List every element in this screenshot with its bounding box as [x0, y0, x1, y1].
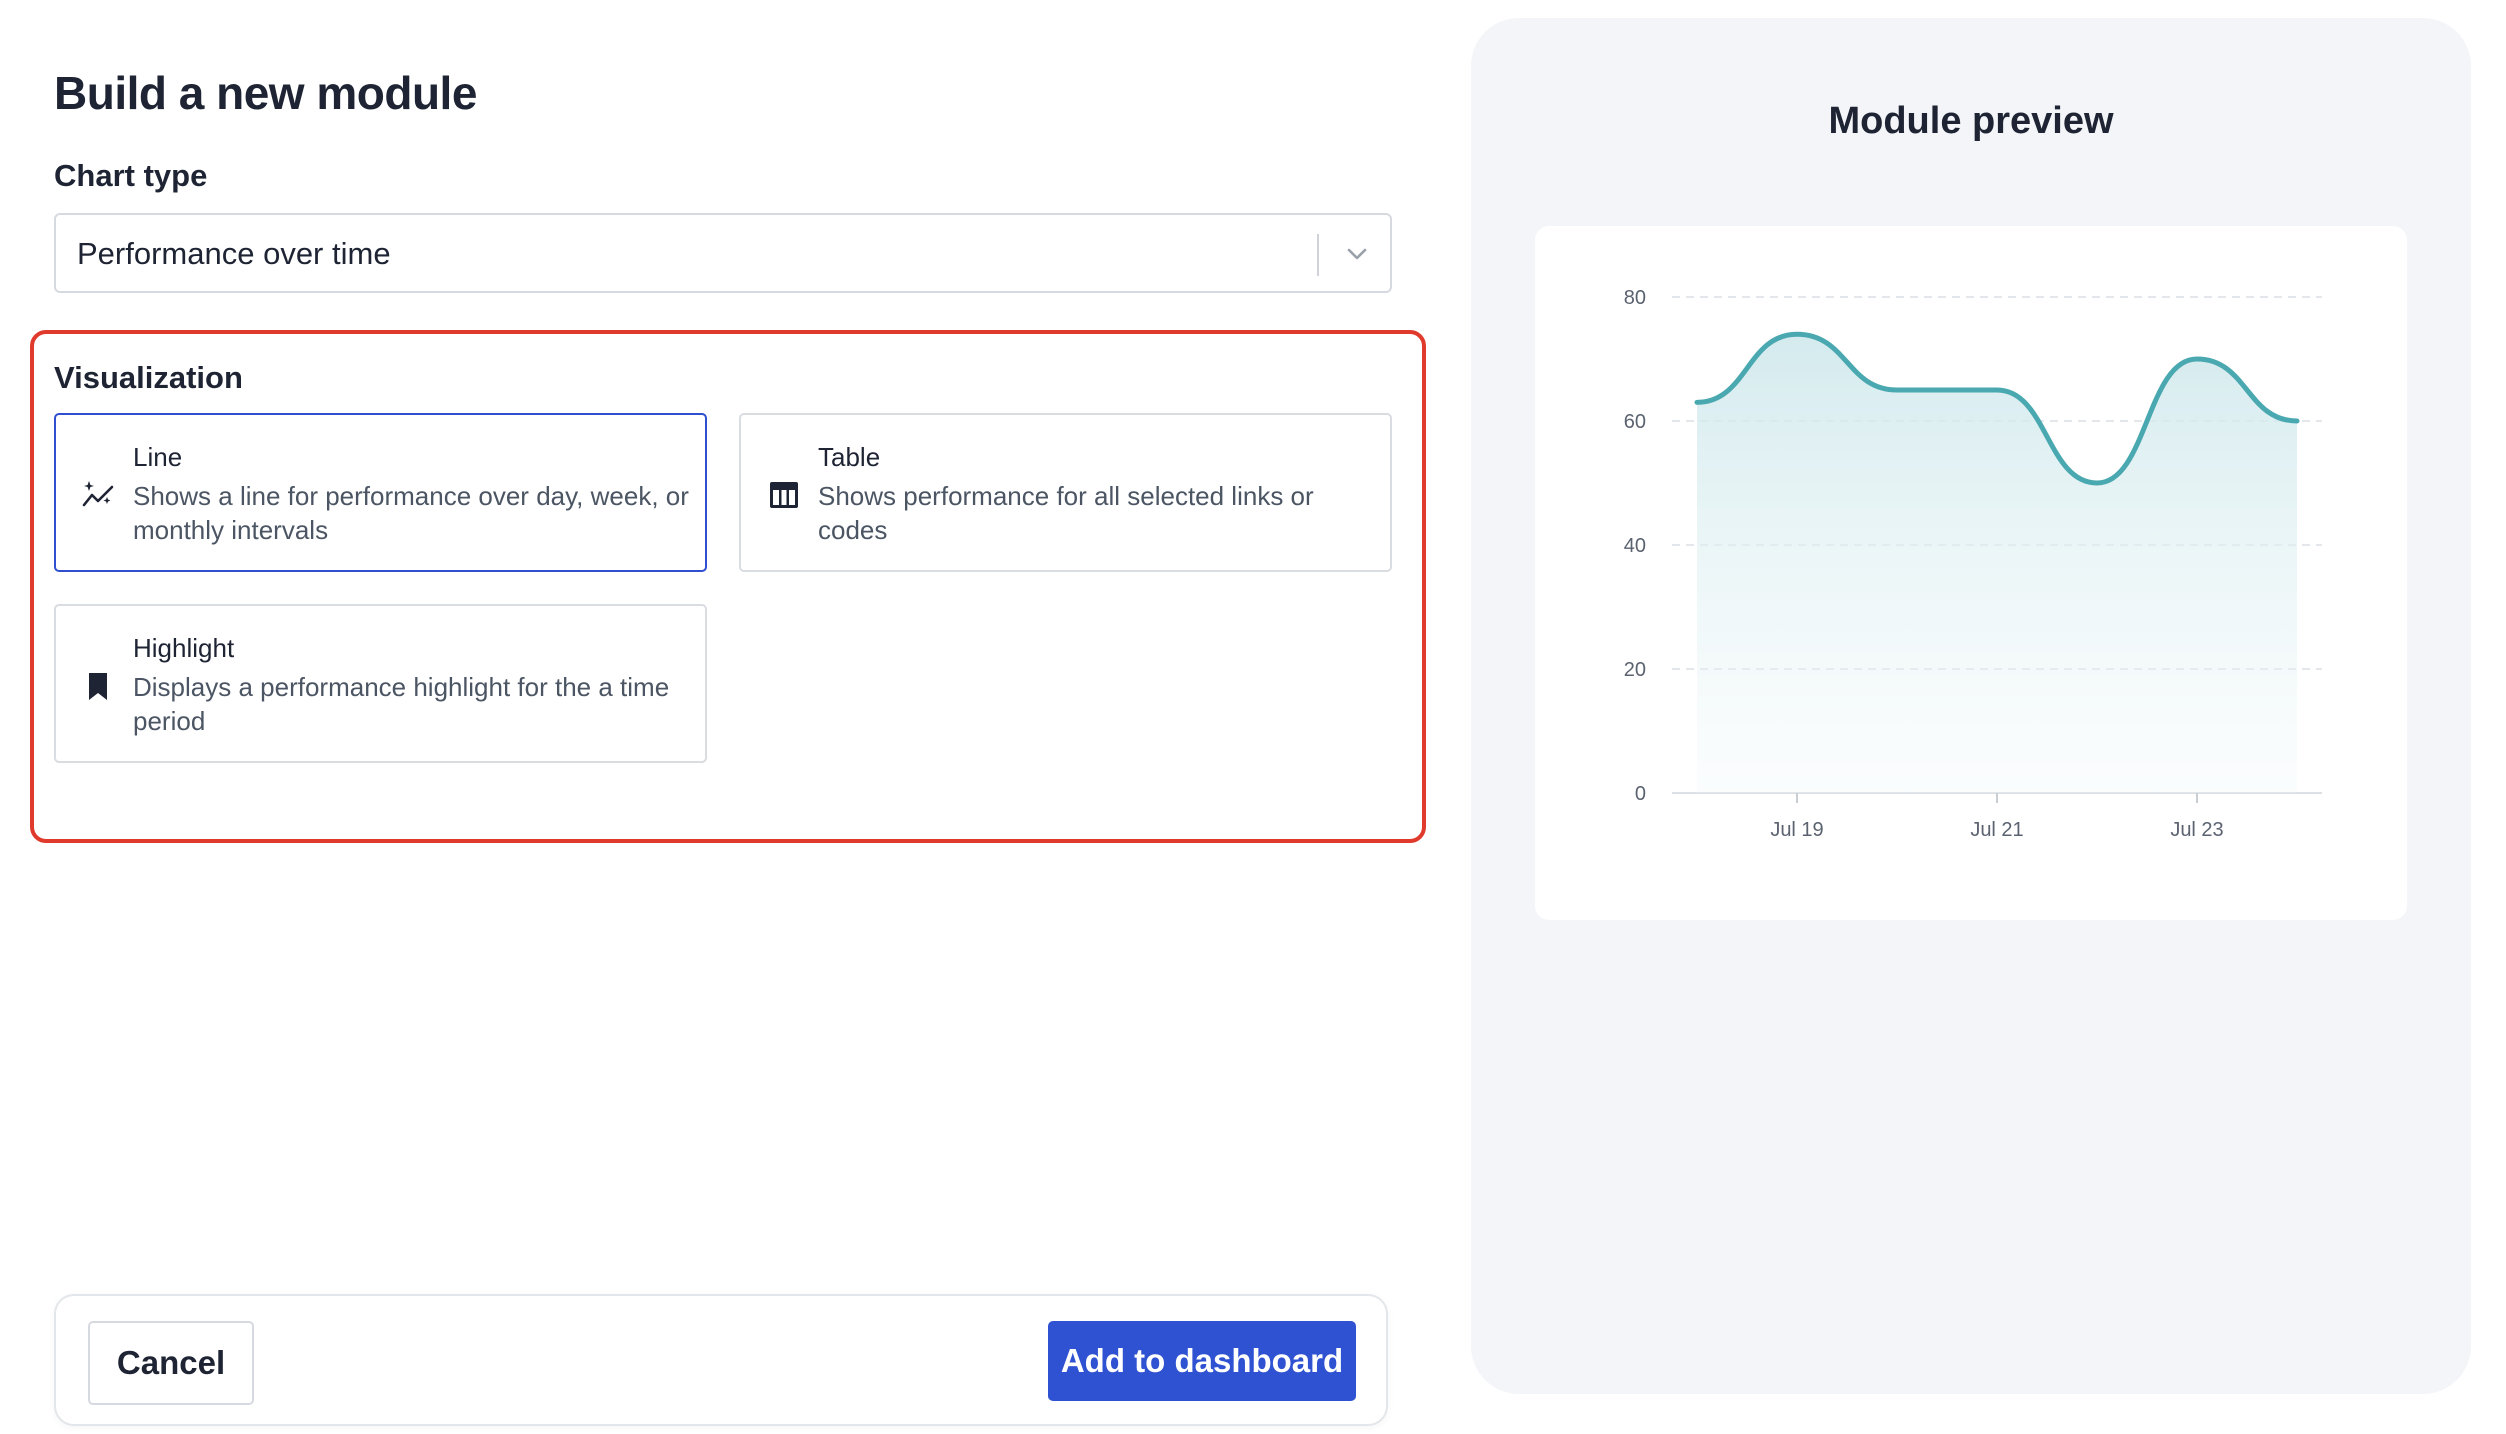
bookmark-icon: [89, 673, 107, 700]
chart-type-select[interactable]: Performance over time: [54, 213, 1392, 293]
page-title: Build a new module: [54, 67, 477, 119]
option-description: Shows performance for all selected links…: [818, 481, 1314, 545]
chart-type-label: Chart type: [54, 158, 208, 193]
y-tick-label: 60: [1624, 411, 1646, 433]
cancel-button[interactable]: Cancel: [88, 1321, 254, 1405]
preview-title: Module preview: [1828, 100, 2114, 142]
chart-card: 0 20 40 60 80 Jul 19 Jul 21 Jul 23: [1535, 226, 2407, 920]
line-chart-sparkle-icon: [82, 481, 114, 507]
select-divider: [1317, 234, 1319, 276]
visualization-title: Visualization: [54, 360, 243, 395]
action-footer: Cancel Add to dashboard: [54, 1294, 1388, 1426]
chevron-down-icon[interactable]: [1342, 239, 1372, 269]
option-description-cont: period: [133, 706, 206, 736]
x-tick-label: Jul 23: [2170, 819, 2223, 841]
y-tick-label: 0: [1635, 783, 1646, 805]
option-title: Table: [818, 442, 881, 472]
option-description-cont: monthly intervals: [133, 515, 329, 545]
preview-chart: 0 20 40 60 80 Jul 19 Jul 21 Jul 23: [1624, 287, 2322, 841]
option-description: Shows a line for performance over day, w…: [133, 481, 689, 511]
chart-type-value: Performance over time: [77, 236, 391, 271]
x-tick-label: Jul 19: [1770, 819, 1823, 841]
x-tick-label: Jul 21: [1970, 819, 2023, 841]
option-title: Highlight: [133, 633, 235, 663]
visualization-option-line[interactable]: Line Shows a line for performance over d…: [54, 413, 707, 572]
add-to-dashboard-button[interactable]: Add to dashboard: [1048, 1321, 1356, 1401]
option-description: Displays a performance highlight for the…: [133, 672, 670, 702]
visualization-section: [30, 330, 1426, 843]
y-tick-label: 40: [1624, 535, 1646, 557]
option-title: Line: [133, 442, 183, 472]
y-tick-label: 80: [1624, 287, 1646, 309]
table-icon: [770, 482, 798, 508]
visualization-option-table[interactable]: Table Shows performance for all selected…: [739, 413, 1392, 572]
series-area: [1697, 334, 2297, 793]
y-tick-label: 20: [1624, 659, 1646, 681]
visualization-option-highlight[interactable]: Highlight Displays a performance highlig…: [54, 604, 707, 763]
